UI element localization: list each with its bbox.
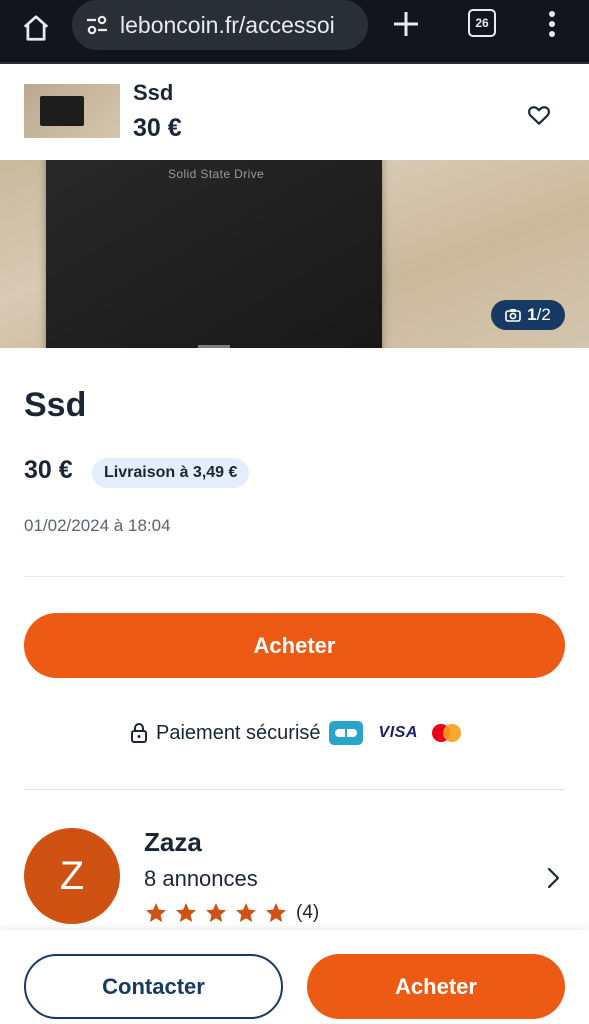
seller-initial: Z — [59, 853, 85, 898]
visa-logo: VISA — [378, 724, 418, 741]
seller-name[interactable]: Zaza — [144, 827, 202, 858]
buy-button-bottom[interactable]: Acheter — [307, 954, 565, 1019]
divider — [24, 789, 565, 790]
star-icon — [206, 903, 226, 922]
rating-count: (4) — [296, 902, 320, 923]
more-menu-icon[interactable] — [540, 8, 564, 40]
photo-counter[interactable]: 1/2 — [491, 300, 565, 330]
ssd-image: Solid State Drive — [46, 160, 382, 348]
secure-payment-row: Paiement sécurisé VISA — [130, 718, 462, 748]
tab-switcher-button[interactable]: 26 — [468, 9, 496, 37]
star-icon — [236, 903, 256, 922]
seller-avatar[interactable]: Z — [24, 828, 120, 924]
sticky-title: Ssd — [133, 80, 174, 105]
contact-button[interactable]: Contacter — [24, 954, 283, 1019]
chevron-right-icon[interactable] — [544, 866, 562, 890]
url-text[interactable]: leboncoin.fr/accessoi — [120, 12, 335, 39]
listing-thumbnail[interactable] — [24, 84, 120, 138]
new-tab-icon[interactable] — [388, 6, 424, 42]
photo-counter-total: /2 — [536, 305, 551, 324]
listing-title: Ssd — [24, 386, 87, 424]
listing-date: 01/02/2024 à 18:04 — [24, 516, 171, 535]
star-icon — [176, 903, 196, 922]
tab-count: 26 — [475, 16, 489, 30]
sticky-price: 30 € — [133, 114, 182, 142]
ssd-drive-label: Solid State Drive — [168, 167, 265, 181]
star-icon — [266, 903, 286, 922]
seller-ads-count: 8 annonces — [144, 866, 258, 891]
sticky-listing-header: Ssd 30 € — [0, 66, 589, 160]
address-bar[interactable]: leboncoin.fr/accessoi — [72, 0, 368, 50]
seller-rating: (4) — [144, 901, 319, 925]
favorite-heart-icon[interactable] — [526, 102, 552, 128]
listing-price: 30 € — [24, 456, 73, 484]
home-icon — [23, 15, 49, 41]
cb-card-icon — [328, 721, 363, 745]
photo-counter-current: 1 — [527, 305, 537, 324]
browser-toolbar: leboncoin.fr/accessoi 26 — [0, 0, 589, 64]
star-icon — [146, 903, 166, 922]
buy-button[interactable]: Acheter — [24, 613, 565, 678]
bottom-action-bar: Contacter Acheter — [0, 930, 589, 1024]
home-button[interactable] — [16, 8, 56, 48]
camera-icon — [505, 309, 521, 322]
secure-payment-label: Paiement sécurisé — [156, 721, 321, 744]
lock-icon — [131, 723, 147, 743]
mastercard-icon — [431, 723, 462, 743]
divider — [24, 576, 565, 577]
shipping-badge: Livraison à 3,49 € — [92, 458, 250, 488]
site-settings-icon[interactable] — [84, 12, 110, 38]
